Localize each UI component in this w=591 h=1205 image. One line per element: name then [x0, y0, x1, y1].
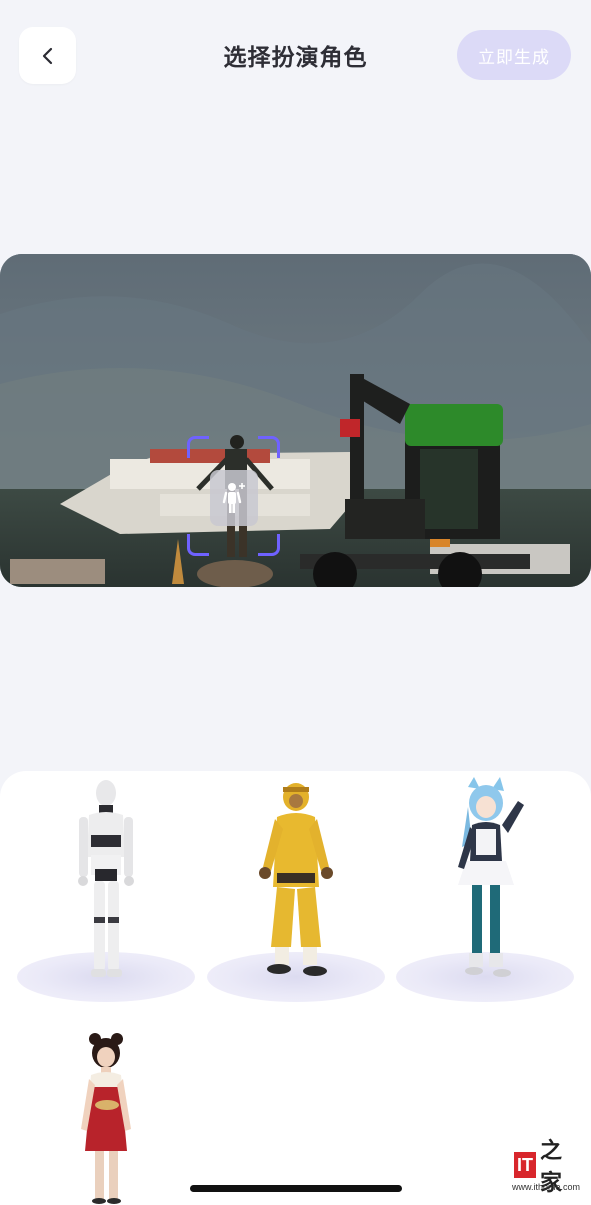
- generate-now-button[interactable]: 立即生成: [457, 30, 571, 80]
- home-indicator[interactable]: [190, 1185, 402, 1192]
- frame-corner: [258, 436, 280, 458]
- character-card-robot[interactable]: [17, 777, 195, 1002]
- add-person-icon: [222, 483, 245, 513]
- character-card-anime-girl[interactable]: [396, 777, 574, 1002]
- qipao-girl-figure: [81, 1033, 131, 1204]
- video-preview[interactable]: [0, 254, 591, 587]
- frame-corner: [187, 436, 209, 458]
- ithome-watermark: IT 之家 www.ithome.com: [512, 1139, 582, 1196]
- frame-corner: [258, 534, 280, 556]
- anime-girl-figure: [458, 777, 524, 977]
- select-person-button[interactable]: [210, 470, 258, 526]
- monkey-king-figure: [259, 783, 333, 976]
- watermark-logo-it: IT: [514, 1152, 536, 1178]
- character-panel: [0, 771, 591, 1205]
- character-card-qipao-girl[interactable]: [17, 1033, 195, 1205]
- watermark-logo: IT 之家: [514, 1139, 582, 1196]
- watermark-url: www.ithome.com: [512, 1182, 581, 1192]
- character-card-monkey-king[interactable]: [207, 777, 385, 1002]
- robot-figure: [78, 780, 134, 977]
- frame-corner: [187, 534, 209, 556]
